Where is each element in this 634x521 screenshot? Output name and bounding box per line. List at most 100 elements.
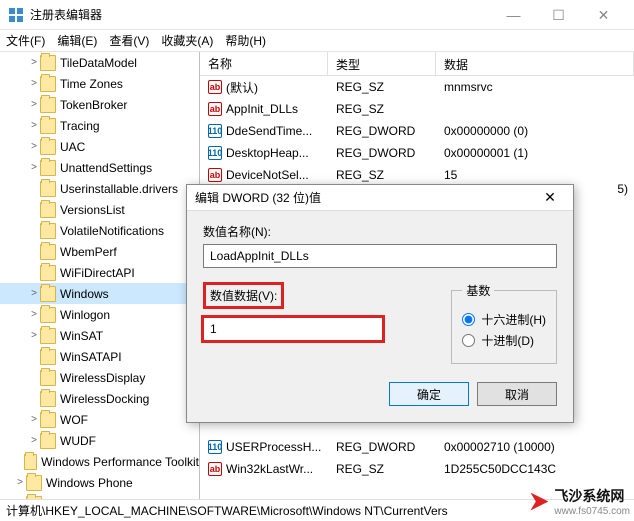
folder-icon — [26, 475, 42, 491]
tree-item[interactable]: WirelessDisplay — [0, 367, 199, 388]
minimize-button[interactable]: — — [491, 1, 536, 29]
table-row[interactable]: abAppInit_DLLsREG_SZ — [200, 98, 634, 120]
tree-item[interactable]: Userinstallable.drivers — [0, 178, 199, 199]
expander-icon[interactable]: > — [28, 141, 40, 152]
expander-icon[interactable]: > — [28, 288, 40, 299]
col-type-header[interactable]: 类型 — [328, 52, 436, 75]
value-name: DesktopHeap... — [226, 146, 309, 160]
menu-help[interactable]: 帮助(H) — [225, 32, 266, 49]
list-header: 名称 类型 数据 — [200, 52, 634, 76]
tree-item[interactable]: WinSATAPI — [0, 346, 199, 367]
tree-item[interactable]: Windows Performance Toolkit — [0, 451, 199, 472]
expander-icon[interactable]: > — [28, 435, 40, 446]
col-data-header[interactable]: 数据 — [436, 52, 634, 75]
tree-item[interactable]: VersionsList — [0, 199, 199, 220]
dword-value-icon: 110 — [208, 146, 222, 160]
ok-button[interactable]: 确定 — [389, 382, 469, 406]
dialog-close-button[interactable]: ✕ — [535, 189, 565, 206]
value-data-input[interactable] — [203, 317, 383, 341]
edit-dword-dialog: 编辑 DWORD (32 位)值 ✕ 数值名称(N): 数值数据(V): 基数 … — [186, 184, 574, 423]
folder-icon — [40, 412, 56, 428]
expander-icon[interactable]: > — [28, 414, 40, 425]
folder-icon — [40, 139, 56, 155]
tree-item[interactable]: WirelessDocking — [0, 388, 199, 409]
expander-icon[interactable]: > — [28, 162, 40, 173]
tree-item[interactable]: VolatileNotifications — [0, 220, 199, 241]
tree-item[interactable]: WiFiDirectAPI — [0, 262, 199, 283]
folder-icon — [40, 328, 56, 344]
expander-icon[interactable]: > — [28, 330, 40, 341]
value-name: Win32kLastWr... — [226, 462, 313, 476]
folder-icon — [40, 265, 56, 281]
expander-icon[interactable]: > — [28, 309, 40, 320]
folder-icon — [40, 160, 56, 176]
col-name-header[interactable]: 名称 — [200, 52, 328, 75]
value-name-label: 数值名称(N): — [203, 223, 557, 240]
table-row[interactable]: abDeviceNotSel...REG_SZ15 — [200, 164, 634, 186]
value-type: REG_DWORD — [328, 440, 436, 454]
tree-item-label: UAC — [60, 140, 85, 154]
radio-dec-label: 十进制(D) — [481, 332, 534, 349]
tree-item[interactable]: > WOF — [0, 409, 199, 430]
tree-item[interactable]: >Windows Photo Viewer — [0, 493, 199, 499]
tree-item-label: Time Zones — [60, 77, 123, 91]
peek-value: 5) — [617, 182, 628, 196]
tree-item[interactable]: >Winlogon — [0, 304, 199, 325]
menu-edit[interactable]: 编辑(E) — [57, 32, 97, 49]
expander-icon[interactable]: > — [28, 120, 40, 131]
value-type: REG_SZ — [328, 168, 436, 182]
tree-item[interactable]: WbemPerf — [0, 241, 199, 262]
table-row[interactable]: ab(默认)REG_SZmnmsrvc — [200, 76, 634, 98]
string-value-icon: ab — [208, 168, 222, 182]
tree-item-label: WOF — [60, 413, 88, 427]
menu-favorites[interactable]: 收藏夹(A) — [161, 32, 213, 49]
tree-item[interactable]: > WinSAT — [0, 325, 199, 346]
folder-icon — [40, 391, 56, 407]
menu-file[interactable]: 文件(F) — [6, 32, 45, 49]
folder-icon — [40, 223, 56, 239]
tree-item[interactable]: >Windows — [0, 283, 199, 304]
value-name: DeviceNotSel... — [226, 168, 309, 182]
window-title: 注册表编辑器 — [30, 6, 491, 23]
table-row[interactable]: 110DesktopHeap...REG_DWORD0x00000001 (1) — [200, 142, 634, 164]
close-button[interactable]: ✕ — [581, 1, 626, 29]
expander-icon[interactable]: > — [14, 477, 26, 488]
folder-icon — [26, 496, 42, 500]
tree-item[interactable]: >TileDataModel — [0, 52, 199, 73]
dialog-title: 编辑 DWORD (32 位)值 — [195, 189, 535, 206]
value-name: (默认) — [226, 79, 258, 96]
cancel-button[interactable]: 取消 — [477, 382, 557, 406]
expander-icon[interactable]: > — [28, 57, 40, 68]
table-row[interactable]: 110USERProcessH...REG_DWORD0x00002710 (1… — [200, 436, 634, 458]
folder-icon — [40, 370, 56, 386]
tree-item-label: WUDF — [60, 434, 96, 448]
tree-panel[interactable]: >TileDataModel>Time Zones>TokenBroker>Tr… — [0, 52, 200, 499]
expander-icon[interactable]: > — [28, 99, 40, 110]
tree-item[interactable]: >UnattendSettings — [0, 157, 199, 178]
radio-dec[interactable] — [462, 334, 475, 347]
tree-item-label: Tracing — [60, 119, 100, 133]
tree-item[interactable]: > WUDF — [0, 430, 199, 451]
menu-view[interactable]: 查看(V) — [109, 32, 149, 49]
tree-item[interactable]: > Tracing — [0, 115, 199, 136]
tree-item[interactable]: >Windows Phone — [0, 472, 199, 493]
expander-icon[interactable]: > — [14, 498, 26, 499]
tree-item[interactable]: >TokenBroker — [0, 94, 199, 115]
radio-hex[interactable] — [462, 313, 475, 326]
tree-item-label: WinSAT — [60, 329, 103, 343]
expander-icon[interactable]: > — [28, 78, 40, 89]
tree-item[interactable]: > UAC — [0, 136, 199, 157]
value-type: REG_DWORD — [328, 146, 436, 160]
tree-item[interactable]: > Time Zones — [0, 73, 199, 94]
folder-icon — [40, 202, 56, 218]
maximize-button[interactable]: ☐ — [536, 1, 581, 29]
folder-icon — [40, 55, 56, 71]
base-fieldset: 基数 十六进制(H) 十进制(D) — [451, 282, 557, 364]
dialog-titlebar[interactable]: 编辑 DWORD (32 位)值 ✕ — [187, 185, 573, 211]
value-name-input[interactable] — [203, 244, 557, 268]
table-row[interactable]: abWin32kLastWr...REG_SZ1D255C50DCC143C — [200, 458, 634, 480]
folder-icon — [40, 118, 56, 134]
string-value-icon: ab — [208, 80, 222, 94]
base-legend: 基数 — [462, 282, 494, 299]
table-row[interactable]: 110DdeSendTime...REG_DWORD0x00000000 (0) — [200, 120, 634, 142]
